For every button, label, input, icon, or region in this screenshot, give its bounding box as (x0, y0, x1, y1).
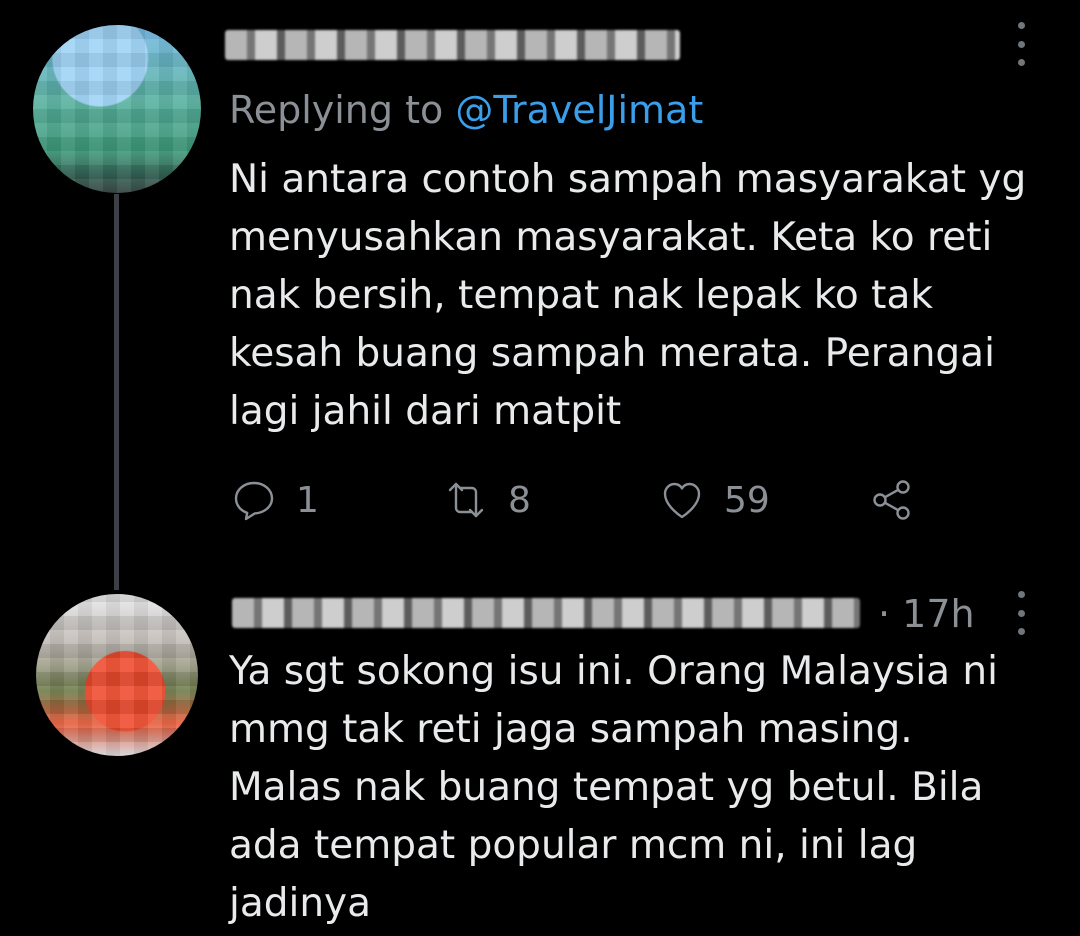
comment-icon (234, 481, 274, 521)
like-button[interactable]: 59 (658, 474, 770, 526)
dot-icon (1017, 609, 1025, 617)
blurred-author-name (225, 30, 680, 60)
retweet-icon (448, 482, 484, 518)
dot-icon (1017, 591, 1025, 598)
reply-button[interactable]: 1 (230, 474, 319, 526)
tweet-timestamp[interactable]: · 17h (878, 590, 975, 638)
tweet-actions: 1 8 59 (230, 474, 930, 526)
avatar[interactable] (33, 25, 201, 193)
more-options-icon[interactable] (1006, 591, 1036, 635)
dot-icon (1017, 59, 1025, 66)
more-options-icon[interactable] (1006, 22, 1036, 66)
tweet-text: Ya sgt sokong isu ini. Orang Malaysia ni… (229, 649, 998, 926)
like-count: 59 (724, 479, 770, 521)
dot-icon (1017, 628, 1025, 635)
blurred-author-name (232, 598, 860, 628)
dot-icon (1017, 40, 1025, 48)
retweet-count: 8 (508, 479, 531, 521)
tweet[interactable]: Replying to @TravelJimat Ni antara conto… (0, 0, 1080, 580)
avatar[interactable] (36, 594, 198, 756)
reply-count: 1 (296, 479, 319, 521)
share-button[interactable] (868, 474, 916, 526)
replying-to-line: Replying to @TravelJimat (229, 86, 703, 134)
heart-icon (663, 482, 701, 519)
retweet-button[interactable]: 8 (442, 474, 531, 526)
share-icon (873, 480, 910, 520)
dot-icon (1017, 22, 1025, 29)
tweet-text: Ni antara contoh sampah masyarakat yg me… (229, 157, 1027, 434)
reply-handle-link[interactable]: @TravelJimat (455, 88, 703, 132)
replying-to-label: Replying to (229, 88, 456, 132)
